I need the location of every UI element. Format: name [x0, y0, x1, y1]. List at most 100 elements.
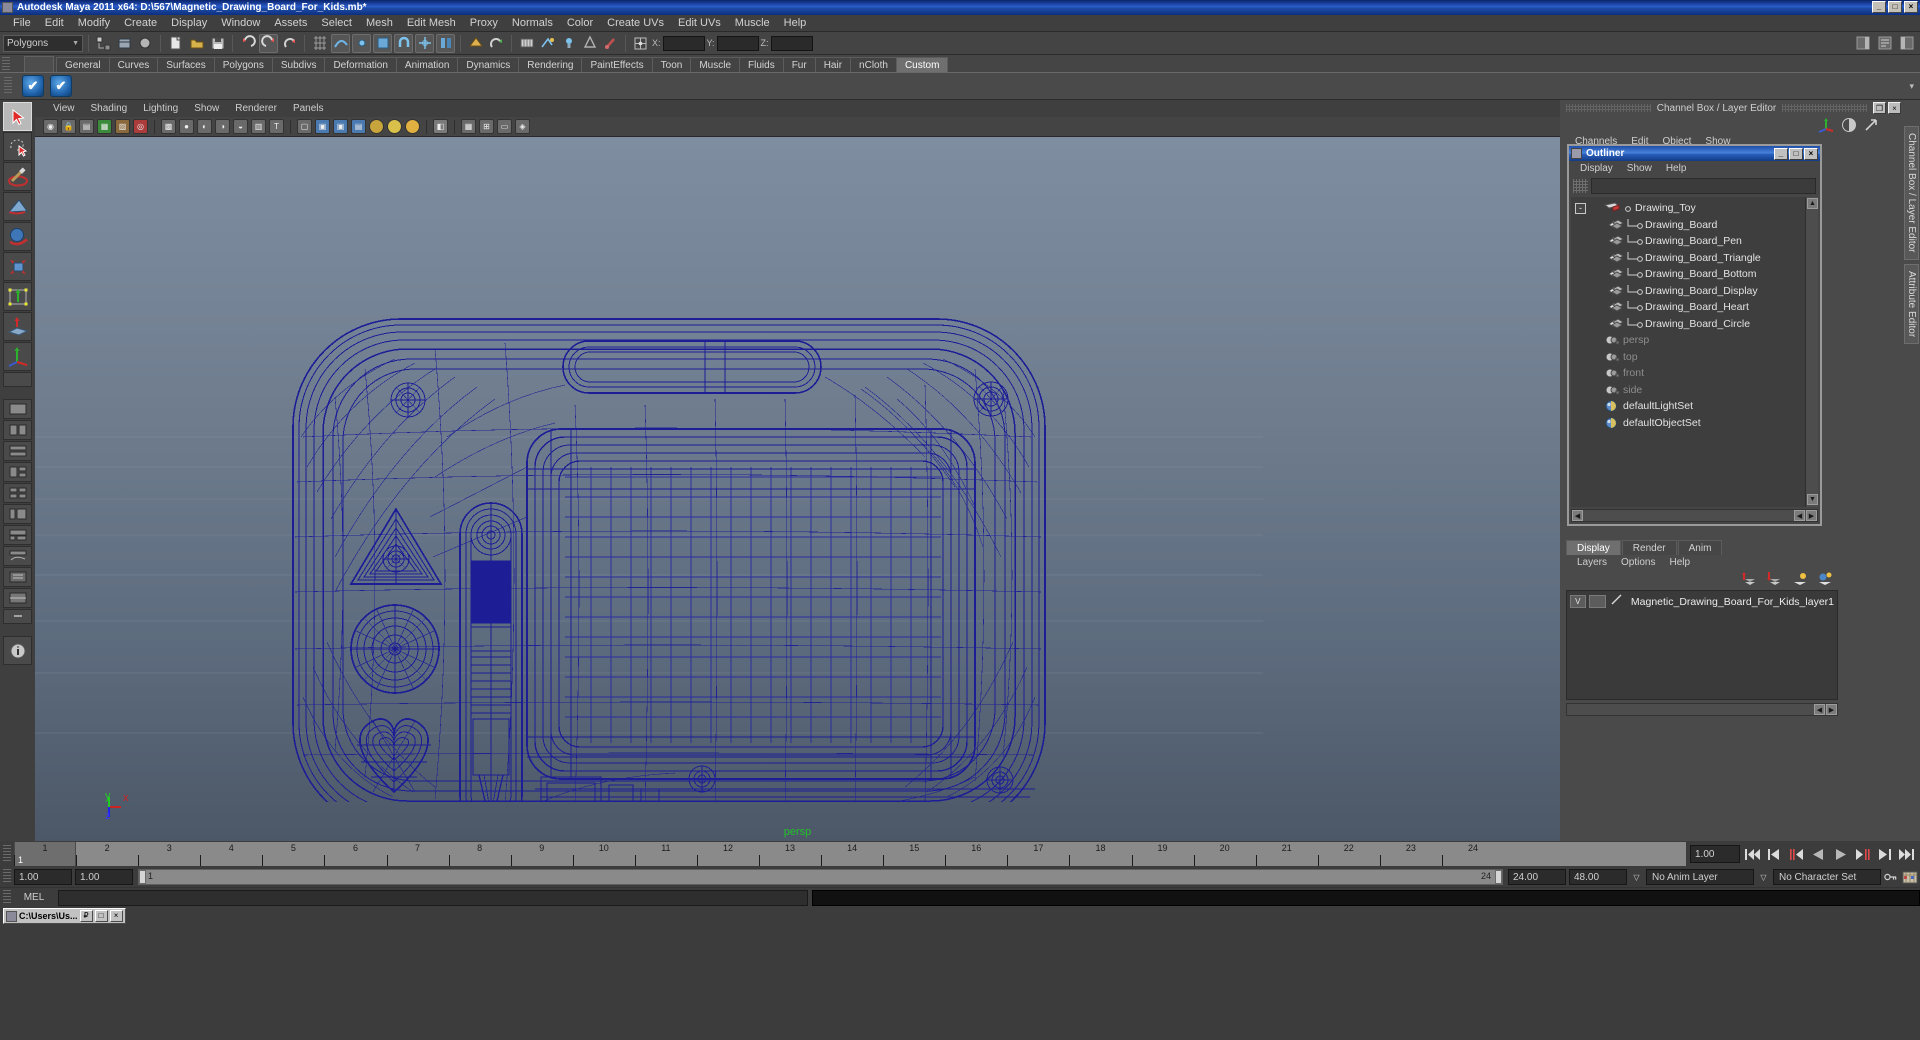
- light-icon[interactable]: [559, 34, 578, 53]
- shelf-tab-rendering[interactable]: Rendering: [518, 57, 583, 72]
- shade-wireframe-icon[interactable]: ◒: [233, 119, 248, 134]
- wireframe-shading-icon[interactable]: ▩: [161, 119, 176, 134]
- shelf-tab-custom[interactable]: Custom: [895, 57, 949, 72]
- current-time-field[interactable]: 1.00: [1690, 845, 1740, 863]
- shelf-tab-ncloth[interactable]: nCloth: [850, 57, 897, 72]
- use-selected-lights-icon[interactable]: ▣: [333, 119, 348, 134]
- scale-tool[interactable]: [3, 282, 32, 311]
- outliner-item-drawing_board_triangle[interactable]: Drawing_Board_Triangle: [1571, 250, 1818, 267]
- character-set-chevron-icon[interactable]: ▽: [1757, 869, 1770, 885]
- snap-pivot-icon[interactable]: [415, 33, 434, 53]
- range-end-time-field[interactable]: 24.00: [1508, 869, 1566, 885]
- layer-visibility-toggle[interactable]: V: [1570, 595, 1586, 608]
- auto-key-icon[interactable]: [1884, 869, 1897, 885]
- shelf-icons-grip-handle[interactable]: [4, 77, 12, 95]
- shelf-tab-hair[interactable]: Hair: [814, 57, 852, 72]
- snap-grid-icon[interactable]: [310, 34, 329, 53]
- outliner-maximize-button[interactable]: □: [1789, 147, 1803, 160]
- layer-editor-tab-anim[interactable]: Anim: [1677, 540, 1723, 555]
- outliner-close-button[interactable]: ×: [1804, 147, 1818, 160]
- go-to-end-icon[interactable]: [1897, 845, 1916, 864]
- step-back-key-icon[interactable]: [1787, 845, 1806, 864]
- character-set-dropdown[interactable]: No Character Set: [1773, 869, 1881, 885]
- light-spot-icon[interactable]: [405, 119, 420, 134]
- select-by-component-tool[interactable]: [3, 192, 32, 221]
- scroll-right-arrow-icon-a[interactable]: ◀: [1794, 510, 1805, 521]
- shelf-tab-general[interactable]: General: [56, 57, 110, 72]
- step-forward-frame-icon[interactable]: [1875, 845, 1894, 864]
- outliner-item-side[interactable]: side: [1571, 382, 1818, 399]
- show-hide-tool-settings-icon[interactable]: [1897, 34, 1916, 53]
- panel-close-button[interactable]: ×: [1888, 102, 1902, 114]
- select-camera-icon[interactable]: ◉: [43, 119, 58, 134]
- outliner-search-input[interactable]: [1591, 178, 1816, 194]
- outliner-menu-help[interactable]: Help: [1659, 163, 1694, 174]
- range-end-handle[interactable]: [1495, 870, 1502, 884]
- shelf-tab-toon[interactable]: Toon: [651, 57, 692, 72]
- construction-history-icon[interactable]: [436, 33, 455, 53]
- anim-layer-chevron-icon[interactable]: ▽: [1630, 869, 1643, 885]
- scroll-right-arrow-icon-b[interactable]: ▶: [1806, 510, 1817, 521]
- range-slider-grip-handle[interactable]: [3, 869, 11, 884]
- paint-selection-tool[interactable]: [3, 162, 32, 191]
- panel-drag-dots-right[interactable]: [1782, 104, 1868, 112]
- select-by-object-icon[interactable]: [115, 34, 134, 53]
- hypershade-icon[interactable]: [580, 34, 599, 53]
- outliner-vertical-scrollbar[interactable]: ▲ ▼: [1805, 197, 1818, 507]
- window-controls[interactable]: _ □ ×: [1872, 1, 1918, 13]
- layout-collapse-chevron-icon[interactable]: [3, 609, 32, 624]
- smooth-shade-all-icon[interactable]: ●: [179, 119, 194, 134]
- snap-curve-icon[interactable]: [331, 33, 350, 53]
- outliner-item-defaultlightset[interactable]: defaultLightSet: [1571, 398, 1818, 415]
- command-line-grip-handle[interactable]: [3, 890, 11, 905]
- move-layer-up-icon[interactable]: [1741, 571, 1759, 587]
- shelf-tab-muscle[interactable]: Muscle: [690, 57, 741, 72]
- menu-item-edit[interactable]: Edit: [38, 16, 71, 30]
- layer-scroll-right-icon[interactable]: ▶: [1826, 704, 1837, 715]
- panel-restore-button[interactable]: ❐: [1873, 102, 1887, 114]
- step-back-frame-icon[interactable]: [1765, 845, 1784, 864]
- play-forwards-icon[interactable]: [1831, 845, 1850, 864]
- shelf-tab-surfaces[interactable]: Surfaces: [157, 57, 215, 72]
- panel-drag-dots-left[interactable]: [1566, 104, 1651, 112]
- layer-menu-help[interactable]: Help: [1662, 557, 1697, 568]
- command-language-label[interactable]: MEL: [14, 892, 54, 903]
- menu-item-normals[interactable]: Normals: [505, 16, 560, 30]
- snap-view-plane-icon[interactable]: [373, 33, 392, 53]
- move-layer-down-icon[interactable]: [1766, 571, 1784, 587]
- outliner-item-drawing_board_display[interactable]: Drawing_Board_Display: [1571, 283, 1818, 300]
- shelf-check-icon-2[interactable]: ✔: [50, 75, 72, 97]
- light-ambient-icon[interactable]: [387, 119, 402, 134]
- light-point-icon[interactable]: [369, 119, 384, 134]
- rotate-sphere-tool[interactable]: [3, 222, 32, 251]
- render-globals-icon[interactable]: [538, 34, 557, 53]
- select-by-hierarchy-icon[interactable]: [94, 34, 113, 53]
- outliner-item-drawing_board_circle[interactable]: Drawing_Board_Circle: [1571, 316, 1818, 333]
- exposure-icon[interactable]: ◈: [515, 119, 530, 134]
- selection-mode-dropdown[interactable]: Polygons ▼: [3, 34, 83, 52]
- layer-playback-toggle[interactable]: [1588, 595, 1606, 608]
- viewport-menu-renderer[interactable]: Renderer: [227, 103, 285, 114]
- bookmark-icon[interactable]: ▦: [97, 119, 112, 134]
- last-tool-used[interactable]: [3, 372, 32, 387]
- shelf-grip-handle[interactable]: [2, 57, 10, 71]
- y-field[interactable]: [716, 35, 759, 51]
- layout-single-pane[interactable]: [3, 399, 32, 419]
- shelf-tab-painteffects[interactable]: PaintEffects: [581, 57, 653, 72]
- layer-menu-options[interactable]: Options: [1614, 557, 1662, 568]
- menu-item-window[interactable]: Window: [214, 16, 267, 30]
- xray-icon[interactable]: ◧: [433, 119, 448, 134]
- half-circle-icon[interactable]: [1841, 117, 1857, 133]
- menu-item-color[interactable]: Color: [560, 16, 600, 30]
- show-hide-attribute-editor-icon[interactable]: [1875, 34, 1894, 53]
- manipulator-axis-icon[interactable]: [1817, 117, 1835, 133]
- menu-item-mesh[interactable]: Mesh: [359, 16, 400, 30]
- animation-preferences-icon[interactable]: [1900, 869, 1920, 885]
- select-tool[interactable]: [3, 102, 32, 131]
- viewport-menu-panels[interactable]: Panels: [285, 103, 332, 114]
- outliner-horizontal-scrollbar[interactable]: ◀ ◀ ▶: [1571, 509, 1818, 522]
- outliner-menu-display[interactable]: Display: [1573, 163, 1620, 174]
- vertical-tab-attribute-editor[interactable]: Attribute Editor: [1904, 263, 1919, 344]
- range-start-time-field[interactable]: 1.00: [75, 869, 133, 885]
- shelf-check-icon-1[interactable]: ✔: [22, 75, 44, 97]
